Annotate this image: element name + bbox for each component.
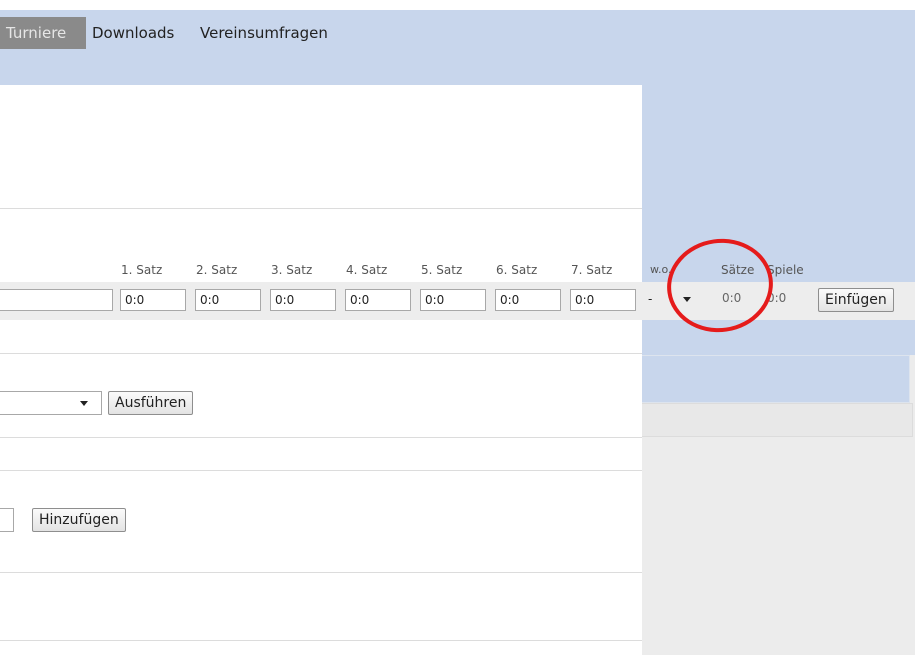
action-select[interactable] — [0, 391, 102, 415]
satz-4-input[interactable] — [345, 289, 411, 311]
header-satz-1: 1. Satz — [121, 263, 163, 277]
divider — [0, 640, 642, 641]
header-satz-4: 4. Satz — [346, 263, 388, 277]
hinzufuegen-button[interactable]: Hinzufügen — [32, 508, 126, 532]
divider — [0, 353, 642, 354]
satz-6-input[interactable] — [495, 289, 561, 311]
satz-3-input[interactable] — [270, 289, 336, 311]
nav-item-vereinsumfragen[interactable]: Vereinsumfragen — [200, 17, 328, 49]
add-input[interactable] — [0, 508, 14, 532]
divider — [0, 208, 642, 209]
wo-select-value: - — [648, 292, 653, 306]
ausfuehren-button[interactable]: Ausführen — [108, 391, 194, 415]
right-sidebar-bar — [642, 403, 913, 437]
header-satz-3: 3. Satz — [271, 263, 313, 277]
satz-1-input[interactable] — [120, 289, 186, 311]
nav-item-turniere[interactable]: Turniere — [0, 17, 86, 49]
header-satz-5: 5. Satz — [421, 263, 463, 277]
divider — [0, 437, 642, 438]
header-satz-6: 6. Satz — [496, 263, 538, 277]
satz-2-input[interactable] — [195, 289, 261, 311]
header-satz-7: 7. Satz — [571, 263, 613, 277]
nav-item-downloads[interactable]: Downloads — [92, 17, 174, 49]
satz-7-input[interactable] — [570, 289, 636, 311]
player-input[interactable] — [0, 289, 113, 311]
satz-5-input[interactable] — [420, 289, 486, 311]
divider — [0, 470, 642, 471]
header-satz-2: 2. Satz — [196, 263, 238, 277]
right-sidebar-header-strip — [642, 355, 910, 403]
top-margin — [0, 0, 915, 10]
chevron-down-icon — [80, 401, 88, 406]
einfuegen-button[interactable]: Einfügen — [818, 288, 894, 312]
divider — [0, 572, 642, 573]
header-spiele: Spiele — [767, 263, 804, 277]
